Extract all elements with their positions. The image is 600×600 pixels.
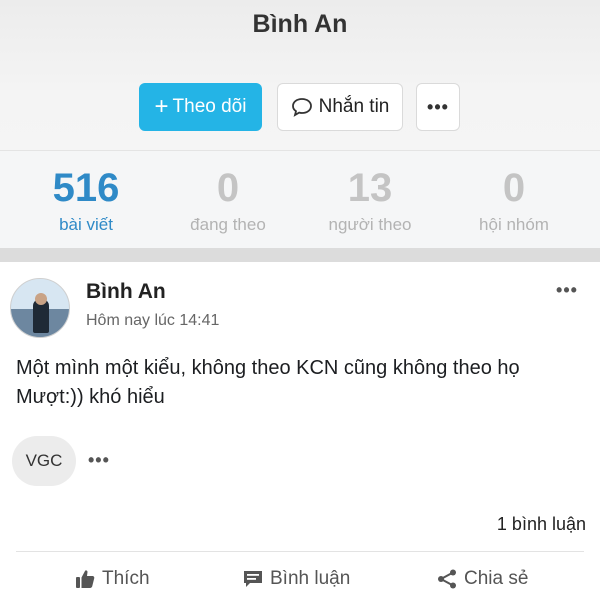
share-icon	[438, 569, 456, 589]
comment-label: Bình luận	[270, 568, 351, 589]
more-options-button[interactable]: •••	[416, 83, 460, 131]
post-card: Bình An Hôm nay lúc 14:41 ••• Một mình m…	[0, 262, 600, 600]
chat-bubble-icon	[291, 98, 312, 117]
comment-count[interactable]: 1 bình luận	[497, 514, 586, 535]
stat-value: 516	[52, 166, 120, 210]
thumbs-up-icon	[76, 570, 95, 588]
post-timestamp: Hôm nay lúc 14:41	[86, 312, 220, 329]
like-label: Thích	[102, 568, 150, 589]
profile-header: Bình An + Theo dõi Nhắn tin •••	[0, 0, 600, 150]
share-label: Chia sẻ	[464, 568, 529, 589]
comment-icon	[244, 571, 262, 587]
more-icon: •••	[427, 96, 449, 117]
stat-value: 13	[347, 166, 393, 210]
follow-button[interactable]: + Theo dõi	[139, 83, 262, 131]
stat-posts[interactable]: 516 bài viết	[11, 165, 161, 235]
message-button[interactable]: Nhắn tin	[277, 83, 403, 131]
follow-label: Theo dõi	[172, 96, 247, 117]
avatar[interactable]	[10, 278, 70, 338]
plus-icon: +	[154, 93, 169, 120]
post-text: Một mình một kiểu, không theo KCN cũng k…	[16, 357, 520, 408]
tag-more-button[interactable]: •••	[88, 450, 118, 470]
stat-label: hội nhóm	[479, 215, 549, 234]
stat-following[interactable]: 0 đang theo	[153, 165, 303, 235]
stat-label: đang theo	[190, 215, 266, 234]
action-divider	[16, 551, 584, 552]
stat-followers[interactable]: 13 người theo	[295, 165, 445, 235]
share-button[interactable]: Chia sẻ	[436, 568, 528, 590]
stat-value: 0	[216, 166, 240, 210]
post-author-name[interactable]: Bình An	[86, 280, 166, 304]
section-divider	[0, 248, 600, 262]
profile-name: Bình An	[252, 10, 348, 38]
like-button[interactable]: Thích	[74, 568, 150, 590]
profile-stats: 516 bài viết 0 đang theo 13 người theo 0…	[0, 150, 600, 248]
stat-groups[interactable]: 0 hội nhóm	[439, 165, 589, 235]
stat-label: người theo	[328, 215, 412, 234]
post-menu-button[interactable]: •••	[550, 280, 584, 300]
comment-button[interactable]: Bình luận	[242, 568, 350, 590]
stat-value: 0	[502, 166, 526, 210]
message-label: Nhắn tin	[318, 96, 390, 117]
stat-label: bài viết	[59, 215, 113, 234]
tag-chip[interactable]: VGC	[12, 436, 76, 486]
